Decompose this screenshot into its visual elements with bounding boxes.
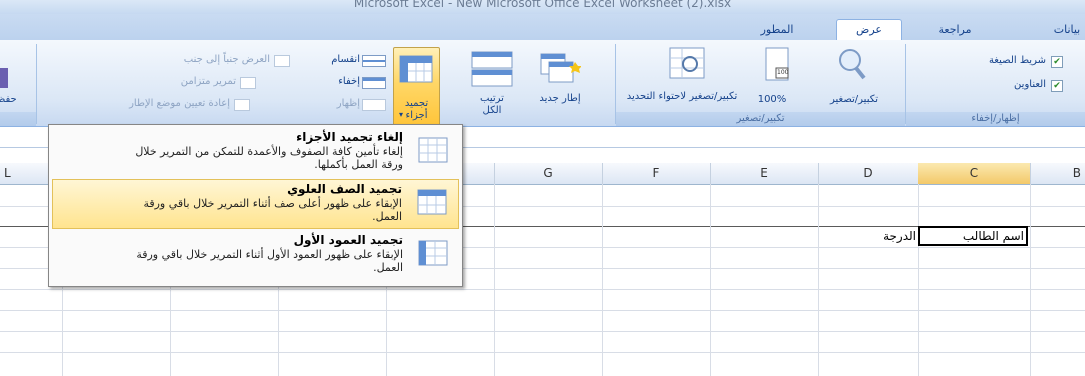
tab-view[interactable]: عرض	[836, 19, 902, 41]
headings-label: العناوين	[1014, 79, 1046, 90]
freeze-top-row-icon	[417, 189, 447, 215]
freeze-panes-button[interactable]: تجميد أجزاء ▾	[393, 47, 440, 126]
column-header-f[interactable]: F	[602, 163, 711, 184]
window-title: Microsoft Excel - New Microsoft Office E…	[353, 0, 732, 10]
grid-row-line	[0, 289, 1085, 290]
tab-review[interactable]: مراجعة	[922, 20, 988, 39]
menu-item-description: الإبقاء على ظهور العمود الأول أثناء التم…	[136, 248, 403, 274]
grid-row-line	[0, 331, 1085, 332]
tab-data-label: بيانات	[1053, 23, 1081, 36]
arrange-all-label: ترتيب الكل	[480, 93, 504, 116]
unhide-window-label[interactable]: إظهار	[300, 98, 360, 110]
zoom-to-selection-label: تكبير/تصغير لاحتواء التحديد	[626, 91, 738, 102]
menu-item-description: إلغاء تأمين كافة الصفوف والأعمدة للتمكن …	[135, 145, 403, 171]
zoom-100-button[interactable]: 100	[760, 46, 796, 89]
active-cell-c1[interactable]: اسم الطالب	[918, 226, 1028, 246]
column-header-b[interactable]: B	[1030, 163, 1085, 184]
cell-d1[interactable]: الدرجة	[818, 226, 918, 246]
zoom-button[interactable]	[832, 46, 872, 85]
grid-col-line	[494, 184, 495, 376]
column-header-c[interactable]: C	[918, 163, 1031, 184]
grid-col-line	[918, 184, 919, 376]
new-window-icon	[540, 53, 582, 83]
split-label[interactable]: انقسام	[300, 54, 360, 66]
arrange-all-button[interactable]	[470, 48, 514, 91]
tab-developer[interactable]: المطور	[742, 20, 812, 39]
grid-col-line	[1030, 184, 1031, 376]
formula-bar-label: شريط الصيغة	[988, 55, 1046, 66]
reset-window-position-label[interactable]: إعادة تعيين موضع الإطار	[60, 98, 230, 110]
new-window-button[interactable]	[537, 48, 582, 91]
hide-window-icon	[362, 77, 386, 89]
sync-scroll-icon	[240, 77, 256, 89]
menu-item-freeze-first-column[interactable]: تجميد العمود الأول الإبقاء على ظهور العم…	[52, 231, 459, 281]
tab-developer-label: المطور	[760, 23, 794, 36]
zoom-to-selection-button[interactable]	[668, 46, 710, 89]
unhide-window-icon	[362, 99, 386, 111]
magnifier-icon	[839, 49, 866, 80]
grid-row-line	[0, 310, 1085, 311]
group-separator	[905, 44, 906, 124]
tab-data[interactable]: بيانات	[1042, 20, 1085, 39]
grid-col-line	[818, 184, 819, 376]
formula-bar-checkbox[interactable]: ✔	[1051, 56, 1063, 68]
group-zoom-label: تكبير/تصغير	[616, 112, 905, 126]
group-partial-label	[0, 112, 36, 126]
ribbon-tab-strip: بيانات مراجعة عرض المطور	[0, 14, 1085, 41]
synchronous-scrolling-label[interactable]: تمرير متزامن	[86, 76, 236, 88]
tab-view-label: عرض	[856, 23, 882, 36]
view-side-by-side-label[interactable]: العرض جنباً إلى جنب	[86, 54, 270, 66]
zoom-100-label: 100%	[757, 94, 787, 105]
side-by-side-icon	[274, 55, 290, 67]
group-show-hide-label: إظهار/إخفاء	[906, 112, 1085, 126]
grid-col-line	[602, 184, 603, 376]
unfreeze-panes-icon	[418, 137, 448, 163]
grid-col-line	[710, 184, 711, 376]
new-window-label: إطار جديد	[539, 93, 581, 104]
grid-row-line	[0, 352, 1085, 353]
menu-item-description: الإبقاء على ظهور أعلى صف أثناء التمرير خ…	[143, 197, 402, 223]
menu-item-title: تجميد الصف العلوي	[287, 182, 402, 196]
menu-item-title: إلغاء تجميد الأجزاء	[296, 130, 403, 144]
headings-checkbox[interactable]: ✔	[1051, 80, 1063, 92]
reset-position-icon	[234, 99, 250, 111]
column-header-d[interactable]: D	[818, 163, 919, 184]
cell-c1-text: اسم الطالب	[962, 229, 1024, 243]
menu-item-title: تجميد العمود الأول	[293, 233, 403, 247]
save-workspace-label[interactable]: حفظ	[0, 94, 30, 106]
menu-item-freeze-top-row[interactable]: تجميد الصف العلوي الإبقاء على ظهور أعلى …	[52, 179, 459, 229]
column-header-e[interactable]: E	[710, 163, 819, 184]
arrange-all-icon	[471, 51, 513, 87]
zoom-label: تكبير/تصغير	[829, 94, 879, 105]
freeze-panes-icon	[399, 55, 433, 83]
page-100-icon	[765, 47, 789, 81]
cell-d1-text: الدرجة	[883, 229, 916, 243]
ribbon: ✔ شريط الصيغة ✔ العناوين إظهار/إخفاء تكب…	[0, 40, 1085, 127]
menu-item-unfreeze-panes[interactable]: إلغاء تجميد الأجزاء إلغاء تأمين كافة الص…	[52, 128, 459, 178]
window-title-bar: Microsoft Excel - New Microsoft Office E…	[0, 0, 1085, 14]
zoom-selection-icon	[669, 47, 705, 79]
group-separator	[615, 44, 616, 124]
zoom-100-icon-text: 100	[777, 69, 789, 76]
save-workspace-icon	[0, 68, 8, 88]
tab-review-label: مراجعة	[938, 23, 972, 36]
freeze-first-column-icon	[418, 240, 448, 266]
group-separator	[36, 44, 37, 124]
dropdown-arrow-icon: ▾	[399, 110, 404, 119]
split-icon	[362, 55, 386, 67]
hide-window-label[interactable]: إخفاء	[300, 76, 360, 88]
column-header-g[interactable]: G	[494, 163, 603, 184]
freeze-panes-menu: إلغاء تجميد الأجزاء إلغاء تأمين كافة الص…	[48, 124, 463, 287]
